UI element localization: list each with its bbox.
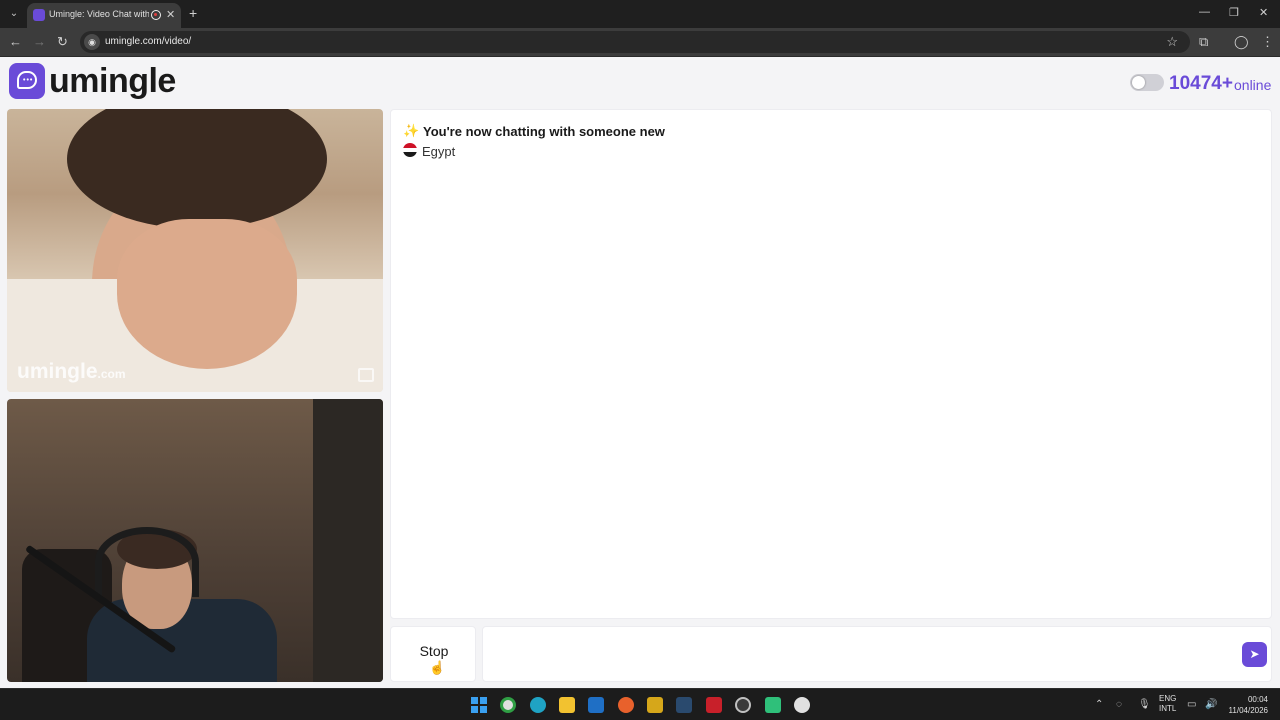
taskbar: ⌃ ◌ 🎙 ENG INTL ▭ 🔊 00:04 11/04/2026 (0, 688, 1280, 720)
chat-log: ✨ You're now chatting with someone new E… (390, 109, 1272, 619)
date: 11/04/2026 (1228, 706, 1268, 715)
steam-icon[interactable] (676, 697, 692, 713)
outlook-icon[interactable] (588, 697, 604, 713)
message-input[interactable] (491, 637, 1231, 673)
site-info-icon[interactable]: ◉ (84, 34, 100, 50)
notes-icon[interactable] (647, 697, 663, 713)
stranger-hair (67, 109, 327, 229)
profile-icon[interactable]: ◯ (1234, 34, 1249, 50)
tray-chevron-icon[interactable]: ⌃ (1095, 699, 1103, 710)
online-label: online (1234, 77, 1272, 93)
new-tab-icon[interactable]: + (189, 5, 197, 21)
tab-close-icon[interactable]: ✕ (166, 8, 175, 21)
network-icon[interactable]: ▭ (1187, 699, 1196, 710)
clock[interactable]: 00:04 11/04/2026 (1222, 694, 1268, 716)
restore-icon[interactable]: ❐ (1229, 6, 1239, 19)
brand-name[interactable]: umingle (49, 62, 176, 101)
toggle-knob (1132, 76, 1145, 89)
browser-tab[interactable]: Umingle: Video Chat with S ✕ (27, 3, 181, 28)
back-icon[interactable]: ← (9, 34, 22, 49)
umingle-favicon-icon (33, 9, 45, 21)
reload-icon[interactable]: ↻ (57, 34, 68, 50)
tab-title: Umingle: Video Chat with S (49, 9, 149, 19)
logo-icon[interactable]: ••• (9, 63, 45, 99)
forward-icon[interactable]: → (33, 34, 46, 49)
online-count: 10474+ (1169, 73, 1233, 94)
browser-toolbar: ← → ↻ ◉ umingle.com/video/ ☆ ⧉ ◯ ⋮ (0, 28, 1280, 57)
report-flag-icon[interactable] (358, 368, 374, 382)
sparkle-icon: ✨ (403, 123, 420, 138)
stop-button-label: Stop (419, 643, 449, 659)
file-explorer-icon[interactable] (559, 697, 575, 713)
self-background-dark (313, 399, 383, 682)
edge-icon[interactable] (530, 697, 546, 713)
chrome-icon[interactable] (500, 697, 516, 713)
browser-tab-bar: ⌄ Umingle: Video Chat with S ✕ + — ❐ ✕ (0, 0, 1280, 28)
tab-search-icon[interactable]: ⌄ (6, 6, 22, 22)
recording-indicator-icon (151, 10, 161, 20)
microphone-icon[interactable]: 🎙 (1138, 699, 1151, 710)
theme-toggle[interactable] (1130, 74, 1164, 91)
chat-bubble-icon: ••• (17, 71, 37, 89)
headset-icon (95, 527, 199, 597)
green-app-icon[interactable] (765, 697, 781, 713)
volume-icon[interactable]: 🔊 (1205, 699, 1217, 710)
tray-app-icon[interactable]: ◌ (1116, 699, 1122, 710)
time: 00:04 (1247, 695, 1268, 704)
windows-start-icon[interactable] (471, 697, 487, 713)
window-close-icon[interactable]: ✕ (1259, 6, 1268, 19)
menu-icon[interactable]: ⋮ (1261, 34, 1274, 50)
media-player-icon[interactable] (794, 697, 810, 713)
firefox-icon[interactable] (618, 697, 634, 713)
stranger-video: umingle.com (7, 109, 383, 392)
self-video (7, 399, 383, 682)
stranger-face-lower (117, 219, 297, 369)
extensions-icon[interactable]: ⧉ (1199, 34, 1208, 50)
address-bar[interactable]: ◉ umingle.com/video/ ☆ (80, 31, 1190, 53)
message-box: ➤ (482, 626, 1272, 682)
language-indicator[interactable]: ENG INTL (1159, 694, 1176, 714)
minimize-icon[interactable]: — (1199, 6, 1210, 18)
page: ••• umingle 10474+ online umingle.com ✨ … (0, 58, 1280, 688)
chat-status-message: You're now chatting with someone new (423, 124, 665, 139)
send-icon[interactable]: ➤ (1242, 642, 1267, 667)
egypt-flag-icon (403, 143, 417, 157)
red-app-icon[interactable] (706, 697, 722, 713)
hand-cursor-icon: ☝ (429, 660, 446, 675)
url-text[interactable]: umingle.com/video/ (105, 36, 191, 47)
umingle-watermark: umingle.com (17, 360, 126, 383)
settings-gear-icon[interactable] (735, 697, 751, 713)
stranger-country: Egypt (422, 144, 456, 159)
stop-button[interactable]: Stop ☝ (390, 626, 476, 682)
bookmark-star-icon[interactable]: ☆ (1166, 34, 1178, 50)
